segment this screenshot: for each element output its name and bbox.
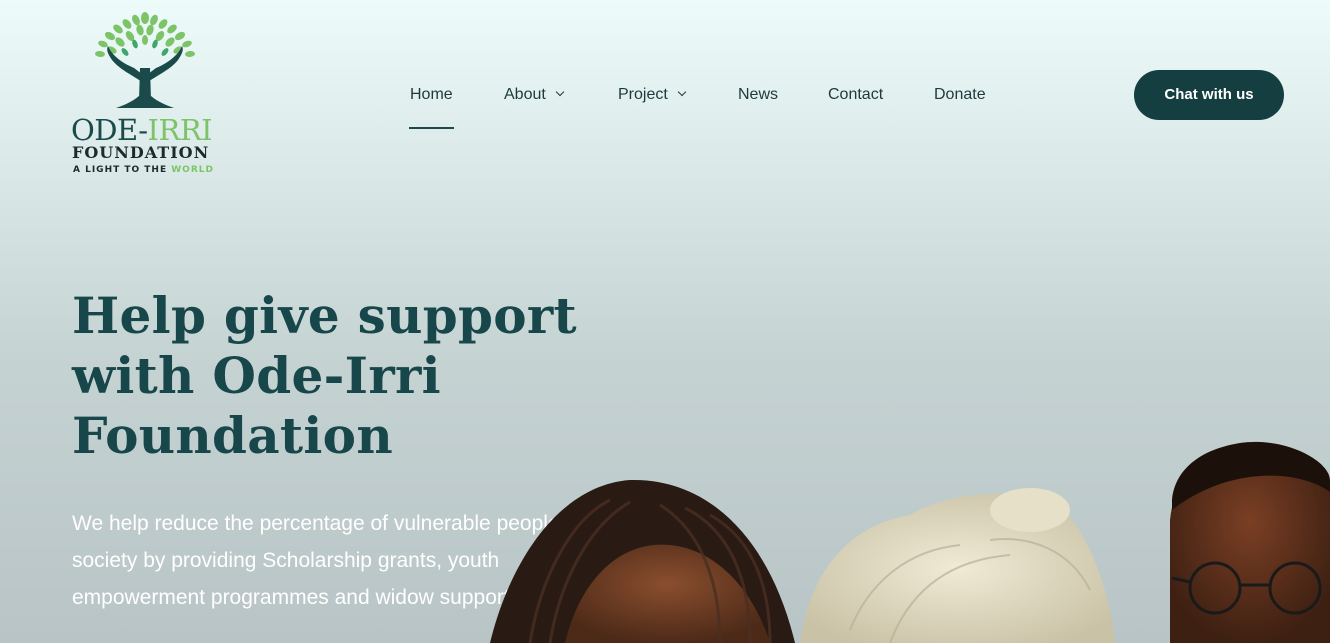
nav-item-project[interactable]: Project	[618, 84, 687, 106]
nav-item-label: Donate	[934, 86, 986, 103]
nav-item-label: News	[738, 86, 779, 103]
chat-with-us-button[interactable]: Chat with us	[1134, 70, 1284, 120]
nav-item-donate[interactable]: Donate	[934, 84, 986, 106]
nav-item-label: Contact	[828, 86, 884, 103]
main-nav: Home About Project News Contact Donate C…	[0, 0, 1330, 190]
nav-item-contact[interactable]: Contact	[828, 84, 883, 106]
nav-item-label: Home	[410, 86, 453, 103]
chevron-down-icon	[555, 87, 565, 97]
chevron-down-icon	[677, 87, 687, 97]
nav-item-home[interactable]: Home	[409, 84, 454, 129]
nav-item-label: About	[504, 86, 546, 103]
hero-photo	[470, 430, 1330, 643]
nav-item-label: Project	[618, 86, 668, 103]
nav-item-about[interactable]: About	[504, 84, 565, 106]
nav-item-news[interactable]: News	[738, 84, 778, 106]
